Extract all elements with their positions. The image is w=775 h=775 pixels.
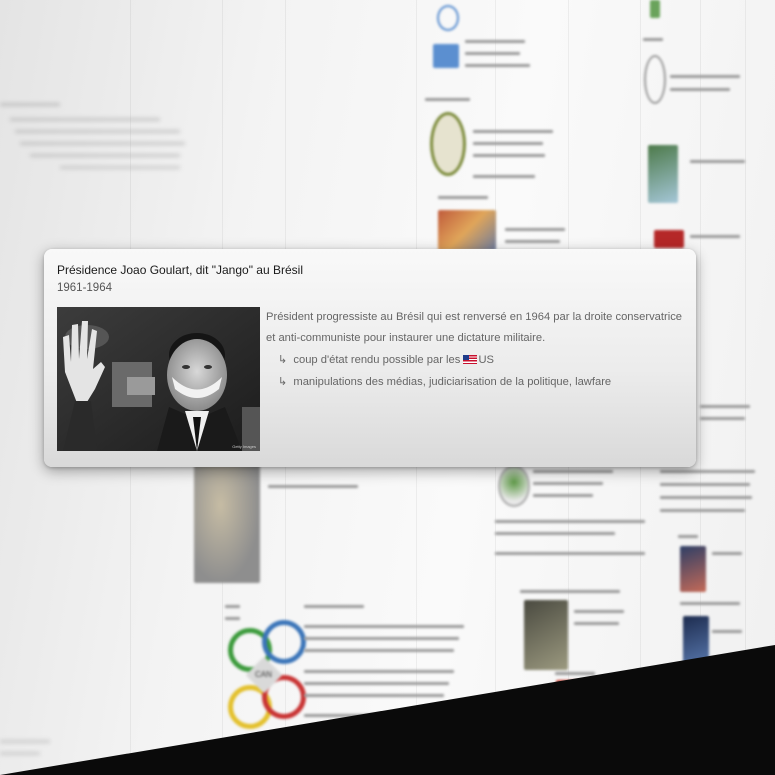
event-date: 1961-1964: [57, 282, 112, 294]
dark-corner: [0, 645, 775, 775]
us-flag-icon: [463, 355, 478, 364]
event-title: Présidence Joao Goulart, dit "Jango" au …: [57, 263, 303, 277]
subpoint-lawfare: ↳ manipulations des médias, judiciarisati…: [278, 376, 612, 388]
photo-credit: Getty Images: [232, 444, 256, 449]
sub-arrow-icon: ↳: [278, 354, 288, 366]
event-description: Président progressiste au Brésil qui est…: [266, 311, 683, 344]
event-photo: Getty Images: [57, 307, 260, 451]
timeline-event-card[interactable]: Présidence Joao Goulart, dit "Jango" au …: [44, 249, 696, 467]
subpoint-us-coup: ↳ coup d'état rendu possible par les US: [278, 354, 494, 366]
sub-arrow-icon: ↳: [278, 376, 288, 388]
